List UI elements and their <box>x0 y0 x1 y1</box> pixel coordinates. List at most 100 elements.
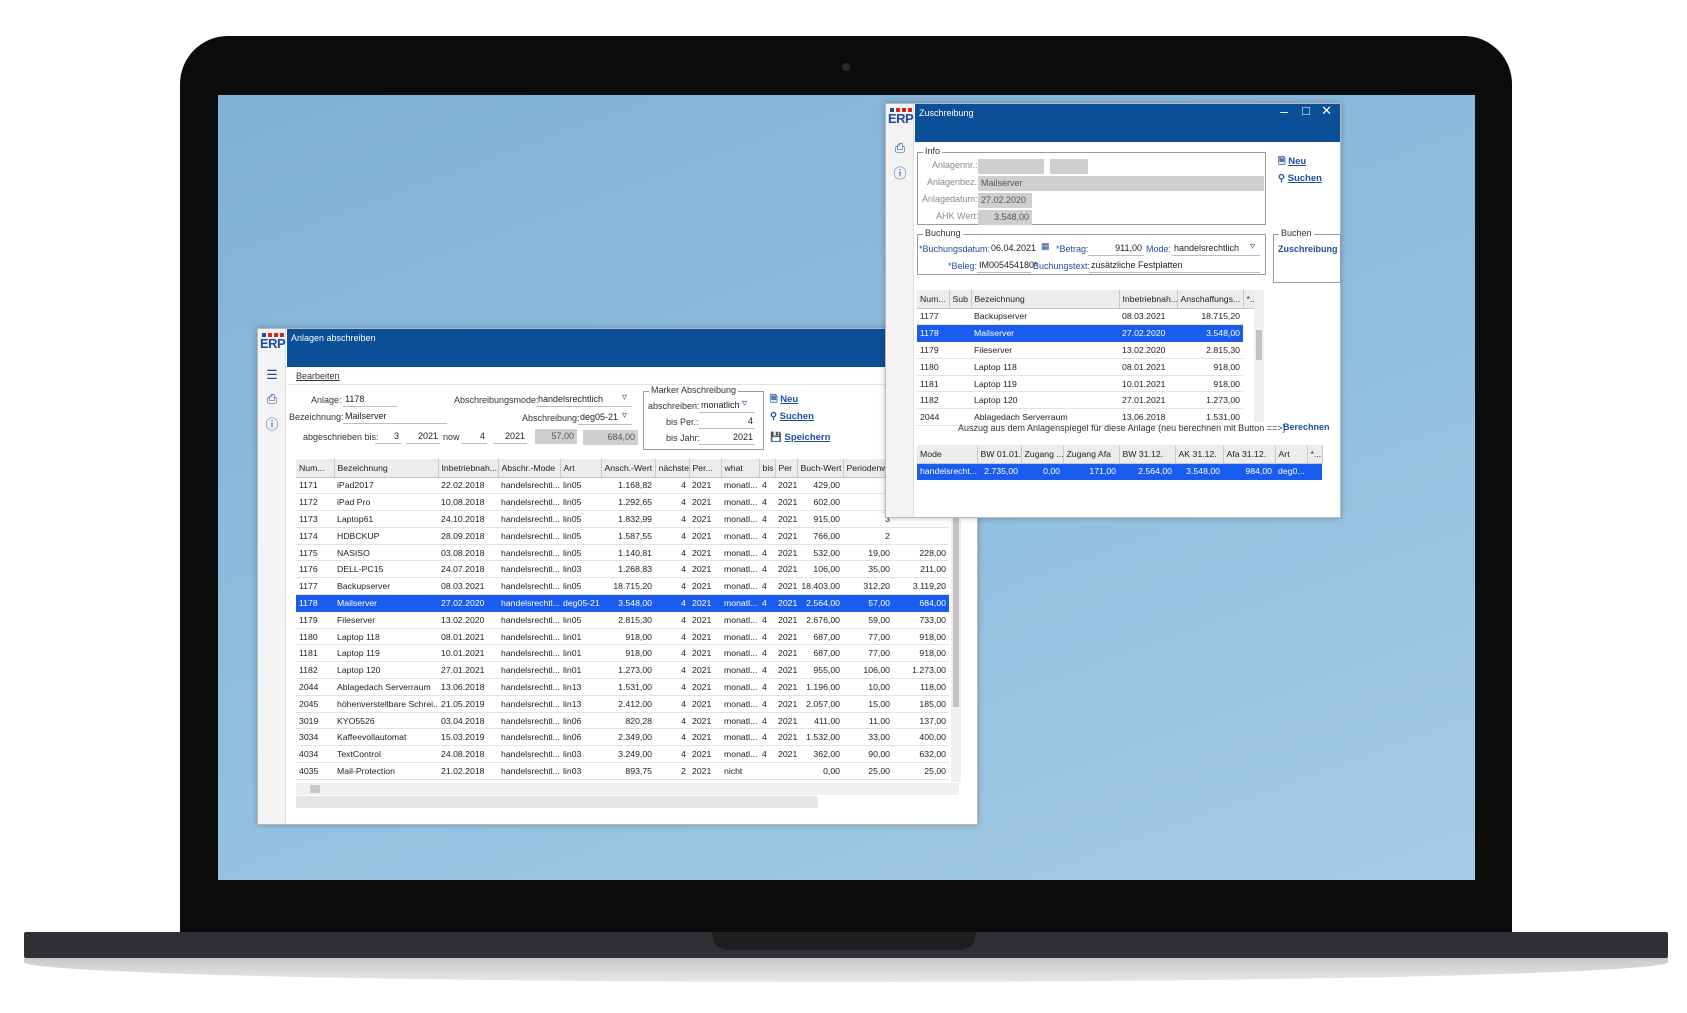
column-header[interactable]: Per <box>775 459 798 478</box>
mode-select[interactable]: handelsrechtlich <box>1172 243 1260 256</box>
help-icon[interactable]: ⓘ <box>892 166 908 182</box>
speichern-button[interactable]: 💾 Speichern <box>770 432 830 443</box>
table-row[interactable]: 1181 Laptop 119 10.01.2021 918,00 <box>917 375 1261 393</box>
minimize-icon[interactable]: – <box>1280 103 1288 119</box>
zuschreibung-button[interactable]: Zuschreibung <box>1278 244 1338 254</box>
column-header[interactable]: Buch-Wert <box>797 459 844 478</box>
column-header[interactable]: AK 31.12. <box>1175 445 1224 464</box>
table-row[interactable]: 1173 Laptop61 24.10.2018 handelsrechtl... li… <box>296 510 949 528</box>
table-cell: 10,00 <box>843 678 893 696</box>
table-row[interactable]: 1177 Backupserver 08.03.2021 handelsrechtl.… <box>296 577 949 596</box>
bis-per-field[interactable]: 4 <box>699 416 755 429</box>
horizontal-scrollbar[interactable] <box>296 783 959 795</box>
table-cell: Kaffeevollautomat <box>334 728 438 747</box>
bezeichnung-field[interactable]: Mailserver <box>343 411 447 424</box>
table-cell: handelsrechtl... <box>498 644 560 663</box>
berechnen-button[interactable]: Berechnen <box>1283 422 1330 432</box>
column-header[interactable]: Sub <box>949 290 972 309</box>
printer-icon[interactable]: ⎙ <box>264 391 280 407</box>
chevron-down-icon[interactable]: ▿ <box>742 398 747 409</box>
table-cell: handelsrechtl... <box>498 527 560 545</box>
table-row[interactable]: 1180 Laptop 118 08.01.2021 918,00 <box>917 358 1261 376</box>
column-header[interactable]: Num... <box>296 459 335 478</box>
now-per-field[interactable]: 4 <box>461 431 487 444</box>
table-row[interactable]: 1180 Laptop 118 08.01.2021 handelsrechtl...… <box>296 628 949 646</box>
close-icon[interactable]: ✕ <box>1321 103 1332 119</box>
anlagennr-field <box>978 159 1044 174</box>
column-header[interactable]: Per... <box>689 459 722 478</box>
table-cell: handelsrechtl... <box>498 762 560 780</box>
column-header[interactable]: bis <box>759 459 776 478</box>
table-row[interactable]: 1178 Mailserver 27.02.2020 3.548,00 <box>917 324 1261 343</box>
table-row[interactable]: 1171 iPad2017 22.02.2018 handelsrechtl... li… <box>296 477 949 495</box>
chevron-down-icon[interactable]: ▿ <box>622 392 627 403</box>
maximize-icon[interactable]: □ <box>1302 103 1310 118</box>
buchungsdatum-field[interactable]: 06.04.2021 <box>989 243 1039 256</box>
column-header[interactable]: BW 01.01. <box>977 445 1022 464</box>
table-row[interactable]: 1174 HDBCKUP 28.09.2018 handelsrechtl... lin… <box>296 527 949 545</box>
table-row[interactable]: 1175 NASISO 03.08.2018 handelsrechtl... lin0… <box>296 544 949 562</box>
abgeschrieben-year-field[interactable]: 2021 <box>406 431 440 444</box>
column-header[interactable]: Afa 31.12. <box>1223 445 1276 464</box>
table-row[interactable]: 1177 Backupserver 08.03.2021 18.715,20 <box>917 308 1261 326</box>
column-header[interactable]: Num... <box>917 290 950 309</box>
table-row[interactable]: 1176 DELL-PC15 24.07.2018 handelsrechtl... l… <box>296 560 949 579</box>
calendar-icon[interactable]: ▦ <box>1041 241 1050 252</box>
column-header[interactable]: Anschaffungs... <box>1177 290 1244 309</box>
table-row[interactable]: 2044 Ablagedach Serverraum 13.06.2018 hande… <box>296 678 949 696</box>
column-header[interactable]: Abschr.-Mode <box>498 459 561 478</box>
table-cell: monatl... <box>721 594 759 612</box>
column-header[interactable]: Ansch.-Wert <box>601 459 656 478</box>
table-cell: 08.03.2021 <box>438 577 498 596</box>
menu-icon[interactable]: ☰ <box>264 367 280 383</box>
table-row[interactable]: 4034 TextControl 24.08.2018 handelsrechtl..… <box>296 745 949 764</box>
table-row[interactable]: 3019 KYO5526 03.04.2018 handelsrechtl... lin… <box>296 712 949 730</box>
table-row[interactable]: 1172 iPad Pro 10.08.2018 handelsrechtl... li… <box>296 493 949 512</box>
bis-jahr-field[interactable]: 2021 <box>699 432 755 445</box>
table-row[interactable]: 1178 Mailserver 27.02.2020 handelsrechtl...… <box>296 594 949 612</box>
now-year-field[interactable]: 2021 <box>493 431 527 444</box>
help-icon[interactable]: ⓘ <box>264 417 280 433</box>
buchungstext-field[interactable]: zusätzliche Festplatten <box>1089 260 1260 273</box>
abgeschrieben-per-field[interactable]: 3 <box>375 431 401 444</box>
table-cell: 429,00 <box>797 477 843 495</box>
menu-bearbeiten[interactable]: Bearbeiten <box>296 371 340 381</box>
anlage-field[interactable]: 1178 <box>343 394 397 407</box>
column-header[interactable]: Bezeichnung <box>971 290 1120 309</box>
column-header[interactable]: nächste <box>655 459 690 478</box>
column-header[interactable]: Inbetriebnah... <box>1119 290 1178 309</box>
column-header[interactable]: BW 31.12. <box>1119 445 1176 464</box>
column-header[interactable]: Art <box>560 459 602 478</box>
suchen-button[interactable]: ⚲ Suchen <box>1278 173 1322 184</box>
table-row[interactable]: 1181 Laptop 119 10.01.2021 handelsrechtl...… <box>296 644 949 663</box>
table-cell: 2021 <box>689 611 721 629</box>
column-header[interactable]: *... <box>1307 445 1323 464</box>
chevron-down-icon[interactable]: ▿ <box>622 410 627 421</box>
neu-button[interactable]: 🗎 Neu <box>1278 154 1306 170</box>
table-row[interactable]: 1179 Fileserver 13.02.2020 handelsrechtl...… <box>296 611 949 629</box>
chevron-down-icon[interactable]: ▿ <box>1250 241 1255 252</box>
table-row[interactable]: 3034 Kaffeevollautomat 15.03.2019 handelsre… <box>296 728 949 747</box>
table-row[interactable]: 1182 Laptop 120 27.01.2021 1.273,00 <box>917 391 1261 410</box>
table-row[interactable]: 4035 Mail-Protection 21.02.2018 handelsrech… <box>296 762 949 780</box>
table-row[interactable]: 1179 Fileserver 13.02.2020 2.815,30 <box>917 341 1261 359</box>
column-header[interactable]: Bezeichnung <box>334 459 439 478</box>
vertical-scrollbar[interactable] <box>1254 290 1264 422</box>
column-header[interactable]: what <box>721 459 760 478</box>
column-header[interactable]: Art <box>1275 445 1308 464</box>
table-row[interactable]: 2045 höhenverstellbare Schrei... 21.05.201… <box>296 695 949 713</box>
horizontal-scrollbar-2[interactable] <box>296 796 818 808</box>
column-header[interactable]: Zugang ... <box>1021 445 1064 464</box>
column-header[interactable]: Inbetriebnah... <box>438 459 499 478</box>
betrag-field[interactable]: 911,00 <box>1088 243 1144 256</box>
table-row[interactable]: handelsrecht... 2.735,00 0,00 171,00 2.564,0… <box>917 463 1322 481</box>
abschreibungsmode-select[interactable]: handelsrechtlich <box>536 394 632 407</box>
new-file-icon: 🗎 <box>770 394 778 405</box>
beleg-field[interactable]: IM005454180* <box>977 260 1038 273</box>
table-row[interactable]: 1182 Laptop 120 27.01.2021 handelsrechtl...… <box>296 661 949 680</box>
printer-icon[interactable]: ⎙ <box>892 140 908 156</box>
suchen-button[interactable]: ⚲ Suchen <box>770 411 814 422</box>
neu-button[interactable]: 🗎 Neu <box>770 392 798 408</box>
column-header[interactable]: Mode <box>917 445 978 464</box>
column-header[interactable]: Zugang Afa <box>1063 445 1120 464</box>
